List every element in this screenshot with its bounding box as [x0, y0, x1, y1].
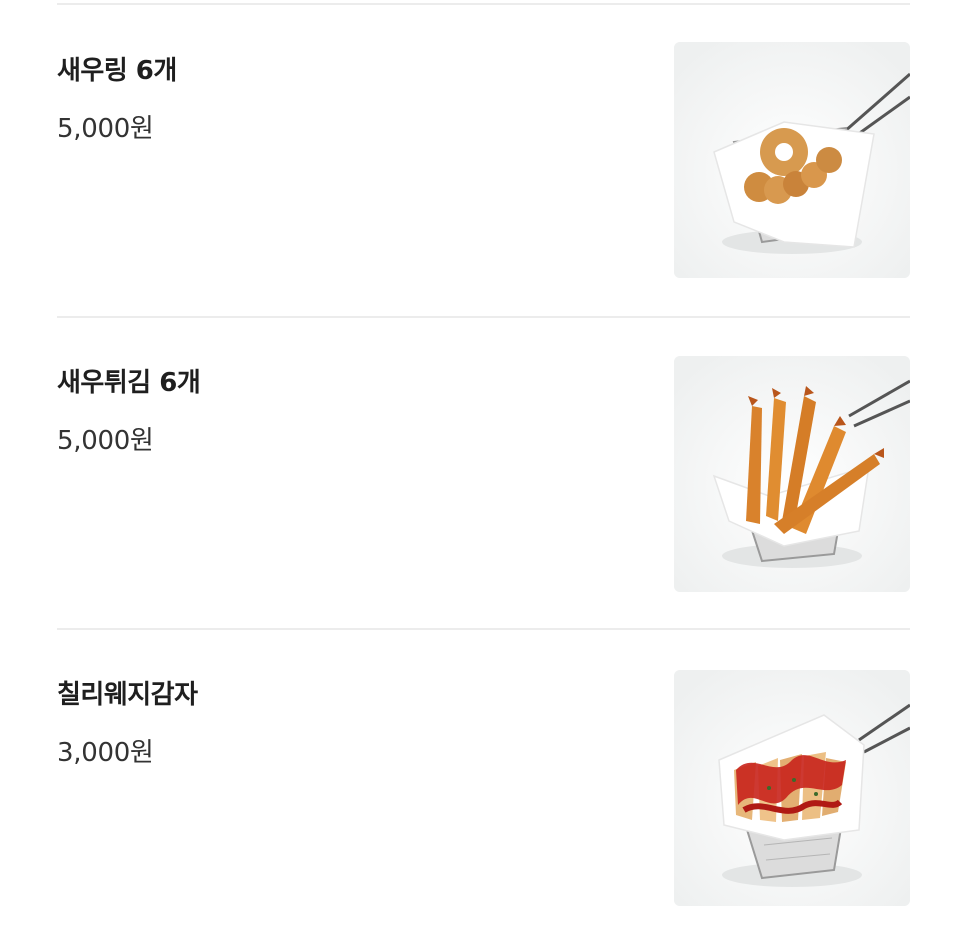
- divider: [57, 628, 910, 630]
- divider: [57, 316, 910, 318]
- menu-item-price: 5,000원: [57, 114, 154, 144]
- divider: [57, 3, 910, 5]
- shrimp-ring-basket-image: [674, 42, 910, 278]
- menu-item[interactable]: 칠리웨지감자 3,000원: [57, 670, 910, 914]
- menu-item-price: 5,000원: [57, 426, 154, 456]
- chili-wedge-potato-basket-image: [674, 670, 910, 906]
- menu-item-price: 3,000원: [57, 738, 154, 768]
- menu-item[interactable]: 새우링 6개 5,000원: [57, 42, 910, 290]
- fried-shrimp-basket-image: [674, 356, 910, 592]
- menu-item-name: 새우링 6개: [57, 56, 177, 86]
- menu-list: 새우링 6개 5,000원 새우튀김 6개 5,000원 칠리웨지감자 3,00…: [0, 0, 966, 937]
- menu-item[interactable]: 새우튀김 6개 5,000원: [57, 356, 910, 602]
- menu-item-name: 새우튀김 6개: [57, 368, 201, 398]
- menu-item-name: 칠리웨지감자: [57, 680, 198, 710]
